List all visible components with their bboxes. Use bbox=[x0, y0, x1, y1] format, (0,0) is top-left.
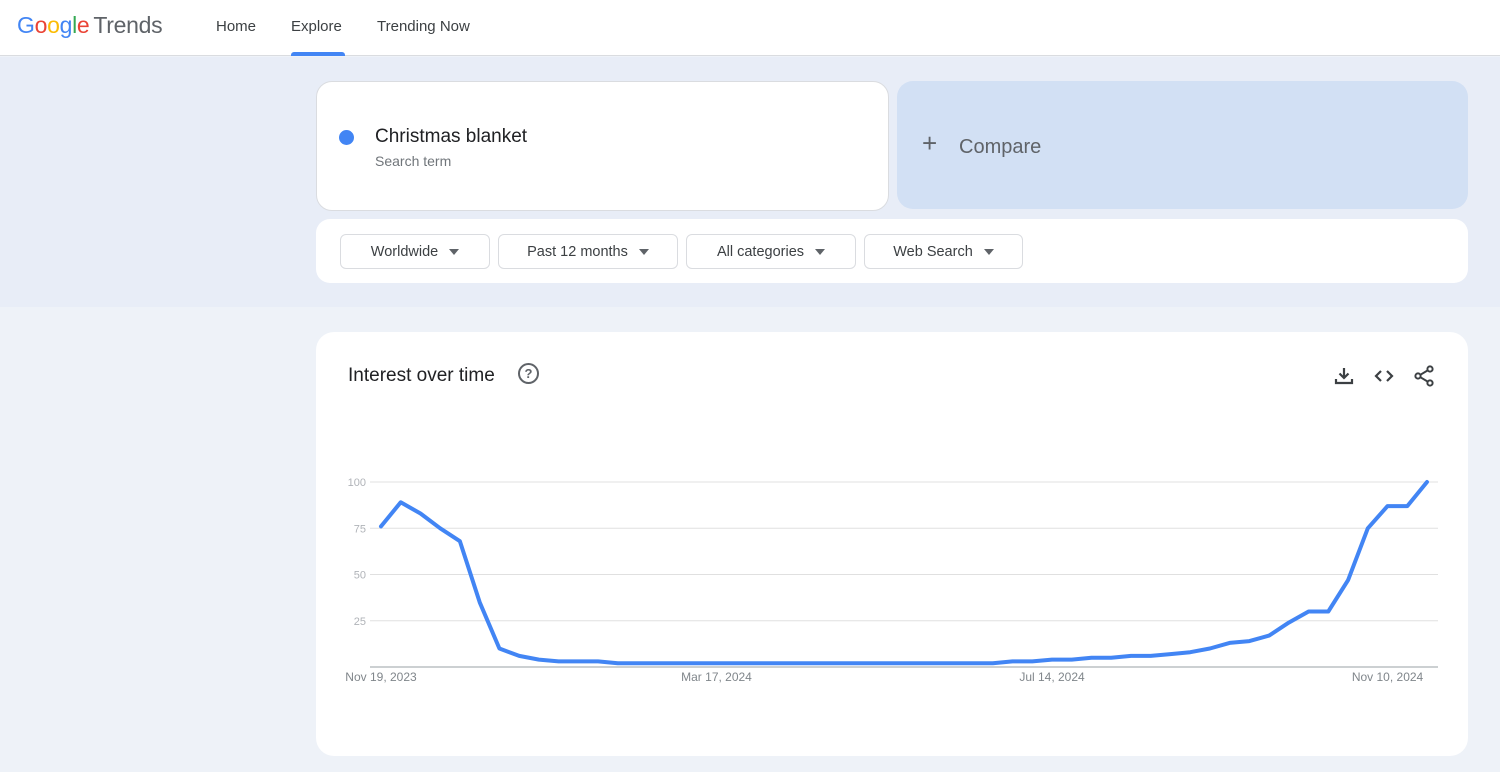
data-point[interactable] bbox=[792, 660, 798, 666]
search-type-dropdown[interactable]: Web Search bbox=[864, 234, 1023, 269]
search-term-type: Search term bbox=[375, 153, 452, 169]
top-app-bar: Google Trends Home Explore Trending Now bbox=[0, 0, 1500, 56]
logo-letter: o bbox=[34, 12, 48, 38]
data-point[interactable] bbox=[1325, 609, 1331, 615]
data-point[interactable] bbox=[1227, 640, 1233, 646]
y-tick-label: 75 bbox=[354, 523, 366, 535]
logo-product-name: Trends bbox=[93, 12, 163, 38]
data-point[interactable] bbox=[1207, 646, 1213, 652]
data-point[interactable] bbox=[1049, 657, 1055, 663]
data-point[interactable] bbox=[773, 660, 779, 666]
search-term-card[interactable]: Christmas blanket Search term bbox=[316, 81, 889, 211]
data-point[interactable] bbox=[674, 660, 680, 666]
compare-button[interactable]: + Compare bbox=[897, 81, 1468, 209]
logo-letter: e bbox=[76, 12, 90, 38]
data-point[interactable] bbox=[496, 646, 502, 652]
data-point[interactable] bbox=[1029, 658, 1035, 664]
data-point[interactable] bbox=[970, 660, 976, 666]
y-tick-label: 50 bbox=[354, 570, 366, 582]
data-point[interactable] bbox=[1010, 658, 1016, 664]
logo-letter: G bbox=[17, 12, 35, 38]
search-term[interactable]: Christmas blanket bbox=[375, 126, 527, 148]
data-point[interactable] bbox=[714, 660, 720, 666]
data-point[interactable] bbox=[457, 538, 463, 544]
data-point[interactable] bbox=[1404, 503, 1410, 509]
category-value: All categories bbox=[716, 243, 805, 260]
data-point[interactable] bbox=[575, 658, 581, 664]
data-point[interactable] bbox=[1167, 651, 1173, 657]
data-point[interactable] bbox=[911, 660, 917, 666]
data-point[interactable] bbox=[1088, 655, 1094, 661]
data-point[interactable] bbox=[1266, 633, 1272, 639]
nav-home[interactable]: Home bbox=[216, 18, 256, 35]
search-type-value: Web Search bbox=[893, 243, 973, 260]
data-point[interactable] bbox=[832, 660, 838, 666]
data-point[interactable] bbox=[595, 658, 601, 664]
data-point[interactable] bbox=[1424, 479, 1430, 485]
data-point[interactable] bbox=[1187, 649, 1193, 655]
data-point[interactable] bbox=[812, 660, 818, 666]
data-point[interactable] bbox=[891, 660, 897, 666]
data-point[interactable] bbox=[516, 653, 522, 659]
data-point[interactable] bbox=[398, 499, 404, 505]
data-point[interactable] bbox=[1108, 655, 1114, 661]
x-tick-label: Jul 14, 2024 bbox=[1019, 670, 1085, 684]
google-trends-logo[interactable]: Google Trends bbox=[17, 12, 163, 39]
data-point[interactable] bbox=[1345, 577, 1351, 583]
region-dropdown[interactable]: Worldwide bbox=[340, 234, 490, 269]
data-point[interactable] bbox=[990, 660, 996, 666]
category-dropdown[interactable]: All categories bbox=[686, 234, 856, 269]
data-point[interactable] bbox=[852, 660, 858, 666]
data-point[interactable] bbox=[536, 657, 542, 663]
nav-trending-now[interactable]: Trending Now bbox=[377, 18, 470, 35]
data-points bbox=[378, 479, 1430, 666]
term-color-dot bbox=[339, 130, 354, 145]
data-point[interactable] bbox=[635, 660, 641, 666]
data-point[interactable] bbox=[1286, 620, 1292, 626]
data-point[interactable] bbox=[615, 660, 621, 666]
data-point[interactable] bbox=[950, 660, 956, 666]
data-point[interactable] bbox=[654, 660, 660, 666]
interest-line-chart: 25 50 75 100 Nov 19, 2023 Mar 17, 2024 Jul 14… bbox=[345, 477, 1438, 684]
data-point[interactable] bbox=[1365, 525, 1371, 531]
plus-icon: + bbox=[922, 128, 938, 158]
data-point[interactable] bbox=[1306, 609, 1312, 615]
data-point[interactable] bbox=[556, 658, 562, 664]
x-tick-label: Nov 19, 2023 bbox=[345, 670, 417, 684]
data-point[interactable] bbox=[1148, 653, 1154, 659]
active-tab-indicator bbox=[291, 52, 345, 56]
compare-label: Compare bbox=[959, 136, 1042, 158]
data-point[interactable] bbox=[871, 660, 877, 666]
data-point[interactable] bbox=[1069, 657, 1075, 663]
caret-down-icon bbox=[449, 248, 460, 255]
caret-down-icon bbox=[638, 248, 649, 255]
time-range-dropdown[interactable]: Past 12 months bbox=[498, 234, 678, 269]
data-point[interactable] bbox=[378, 523, 384, 529]
data-point[interactable] bbox=[417, 510, 423, 516]
data-point[interactable] bbox=[694, 660, 700, 666]
interest-over-time-card: Interest over time ? 25 50 75 100 Nov 19, 2… bbox=[316, 332, 1468, 756]
data-point[interactable] bbox=[931, 660, 937, 666]
logo-letter: g bbox=[59, 12, 73, 38]
time-range-value: Past 12 months bbox=[527, 243, 628, 260]
data-point[interactable] bbox=[1385, 503, 1391, 509]
filter-bar: Worldwide Past 12 months All categories … bbox=[316, 219, 1468, 283]
data-point[interactable] bbox=[1128, 653, 1134, 659]
x-tick-label: Mar 17, 2024 bbox=[681, 670, 752, 684]
x-tick-label: Nov 10, 2024 bbox=[1352, 670, 1424, 684]
data-point[interactable] bbox=[733, 660, 739, 666]
y-tick-label: 100 bbox=[348, 477, 366, 489]
logo-letter: o bbox=[47, 12, 60, 38]
caret-down-icon bbox=[983, 248, 994, 255]
data-point[interactable] bbox=[437, 525, 443, 531]
region-value: Worldwide bbox=[370, 243, 439, 260]
nav-explore[interactable]: Explore bbox=[291, 18, 342, 35]
caret-down-icon bbox=[815, 248, 826, 255]
y-tick-label: 25 bbox=[354, 616, 366, 628]
data-point[interactable] bbox=[753, 660, 759, 666]
data-point[interactable] bbox=[1246, 638, 1252, 644]
data-point[interactable] bbox=[477, 599, 483, 605]
